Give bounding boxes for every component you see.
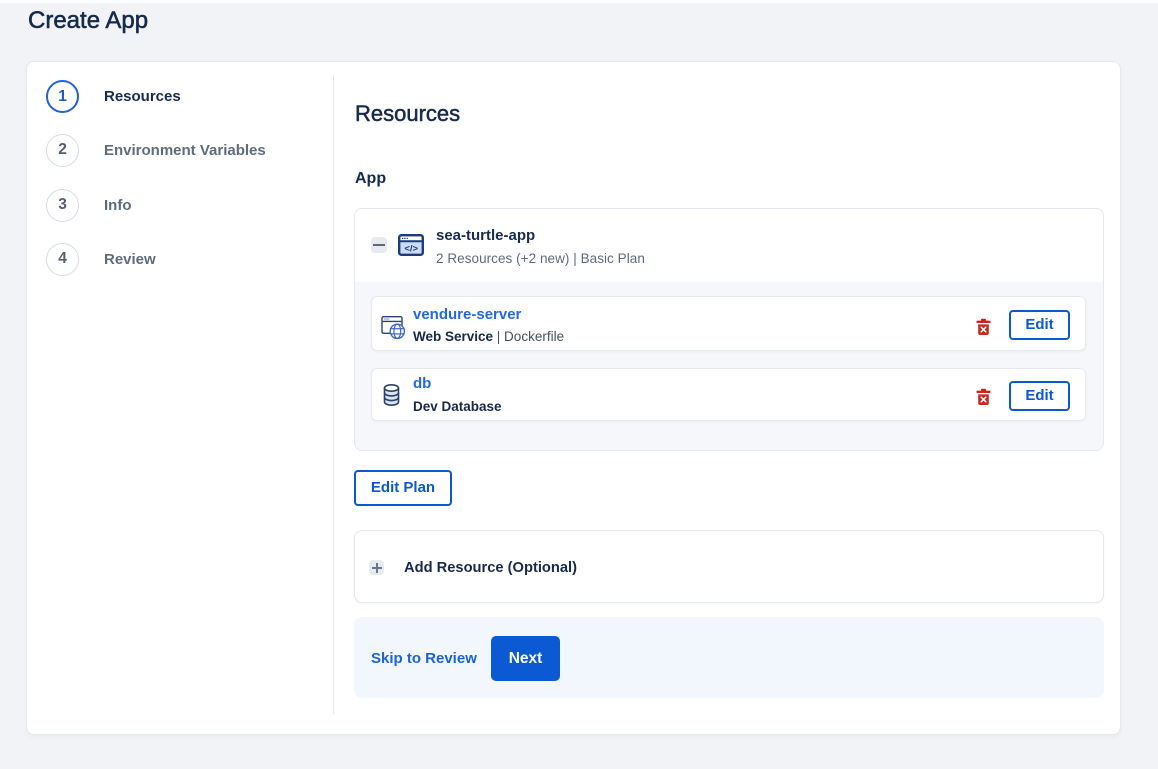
svg-text:</>: </> xyxy=(404,244,418,255)
